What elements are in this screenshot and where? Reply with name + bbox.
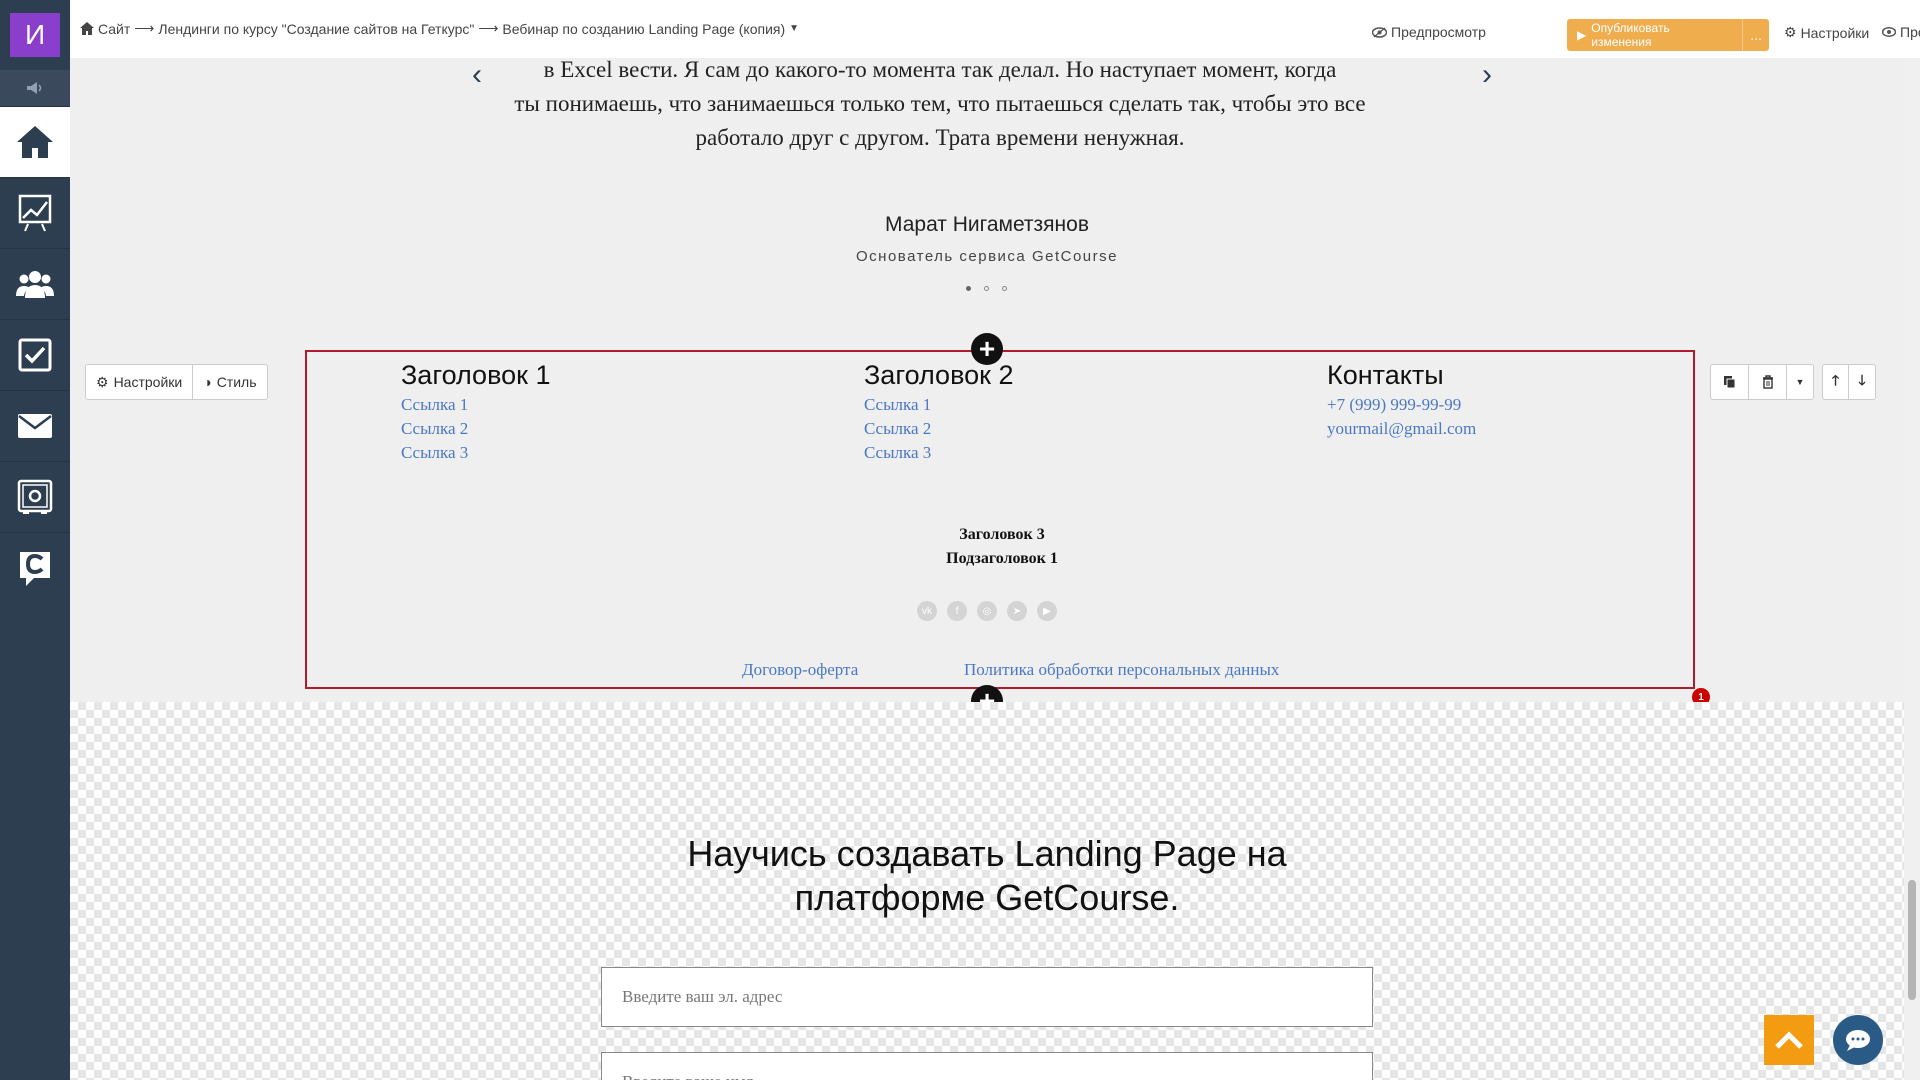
home-icon [80, 22, 94, 35]
settings-link[interactable]: ⚙ Настройки [1784, 24, 1869, 41]
sidebar-item-users[interactable] [0, 248, 70, 319]
sidebar-item-analytics[interactable] [0, 177, 70, 248]
footer-col2-link[interactable]: Ссылка 3 [864, 443, 931, 463]
publish-more-button[interactable]: ... [1743, 27, 1769, 43]
footer-phone[interactable]: +7 (999) 999-99-99 [1327, 395, 1461, 415]
block-settings-button[interactable]: ⚙ Настройки [86, 365, 194, 399]
preview-link[interactable]: Предпросмотр [1372, 24, 1486, 40]
footer-email[interactable]: yourmail@gmail.com [1327, 419, 1476, 439]
block-menu-dropdown[interactable]: ▼ [1787, 365, 1813, 399]
checkbox-icon [18, 338, 52, 372]
publish-button[interactable]: ▶ Опубликовать изменения [1567, 19, 1744, 51]
name-field[interactable] [601, 1052, 1373, 1080]
footer-col2-link[interactable]: Ссылка 1 [864, 395, 931, 415]
eye-icon [1882, 27, 1896, 37]
chevron-up-icon [1775, 1031, 1803, 1049]
sidebar-item-getcourse[interactable] [0, 532, 70, 603]
email-field[interactable] [601, 967, 1373, 1027]
editor-canvas: ‹ › в Excel вести. Я сам до какого-то мо… [70, 58, 1904, 1080]
trash-icon [1762, 375, 1773, 389]
footer-col2-link[interactable]: Ссылка 2 [864, 419, 931, 439]
move-down-button[interactable]: 🡓 [1849, 365, 1875, 399]
gear-icon: ⚙ [96, 373, 109, 390]
footer-heading3[interactable]: Заголовок 3 [307, 526, 1697, 544]
move-up-button[interactable]: 🡑 [1823, 365, 1849, 399]
publish-button-group: ▶ Опубликовать изменения ... [1567, 19, 1769, 51]
play-icon: ▶ [1577, 28, 1587, 42]
slider-dot[interactable] [984, 286, 989, 291]
sidebar-item-tasks[interactable] [0, 319, 70, 390]
contrast-icon: ◑ [203, 374, 212, 390]
instagram-icon[interactable]: ◎ [977, 601, 997, 621]
sidebar-item-safe[interactable] [0, 461, 70, 532]
sidebar-item-mail[interactable] [0, 390, 70, 461]
block-controls-left: ⚙ Настройки ◑ Стиль [85, 364, 268, 400]
users-icon [16, 271, 54, 298]
footer-col2-title[interactable]: Заголовок 2 [864, 360, 1013, 391]
legal-offer-link[interactable]: Договор-оферта [742, 660, 858, 680]
breadcrumb: Сайт ⟶ Лендинги по курсу "Создание сайто… [80, 20, 799, 37]
telegram-icon[interactable]: ➤ [1007, 601, 1027, 621]
signup-section: Научись создавать Landing Page на платфо… [70, 702, 1904, 1080]
footer-contacts-title[interactable]: Контакты [1327, 360, 1444, 391]
breadcrumb-separator: ⟶ [478, 20, 499, 36]
chat-button[interactable] [1833, 1015, 1883, 1065]
mail-icon [18, 414, 52, 438]
add-block-above-button[interactable]: + [971, 333, 1003, 365]
avatar[interactable]: И [10, 13, 60, 57]
breadcrumb-separator: ⟶ [134, 20, 155, 36]
caret-down-icon[interactable]: ▼ [789, 23, 799, 34]
breadcrumb-site[interactable]: Сайт [98, 21, 130, 37]
testimonial-author: Марат Нигаметзянов [884, 213, 1089, 236]
footer-col1-title[interactable]: Заголовок 1 [401, 360, 550, 391]
copy-block-button[interactable] [1711, 365, 1749, 399]
scrollbar-thumb[interactable] [1908, 880, 1916, 1000]
safe-icon [17, 479, 53, 514]
footer-block-selected[interactable]: Заголовок 1 Ссылка 1 Ссылка 2 Ссылка 3 З… [305, 350, 1695, 689]
scrollbar[interactable] [1904, 58, 1920, 1080]
signup-title: Научись создавать Landing Page на платфо… [687, 833, 1287, 918]
sidebar-item-home[interactable] [0, 106, 70, 177]
footer-col1-link[interactable]: Ссылка 3 [401, 443, 468, 463]
home-icon [17, 126, 53, 158]
chat-icon [1846, 1030, 1870, 1051]
block-move-controls: 🡑 🡓 [1822, 364, 1876, 400]
block-style-button[interactable]: ◑ Стиль [193, 365, 266, 399]
sidebar: И [0, 0, 70, 1080]
breadcrumb-landings[interactable]: Лендинги по курсу "Создание сайтов на Ге… [158, 21, 474, 37]
chart-icon [18, 194, 52, 232]
footer-subheading1[interactable]: Подзаголовок 1 [307, 550, 1697, 568]
delete-block-button[interactable] [1749, 365, 1787, 399]
youtube-icon[interactable]: ▶ [1037, 601, 1057, 621]
footer-col1-link[interactable]: Ссылка 1 [401, 395, 468, 415]
eye-slash-icon [1372, 26, 1387, 38]
arrow-down-icon: 🡓 [1858, 372, 1866, 388]
top-bar: Сайт ⟶ Лендинги по курсу "Создание сайто… [70, 0, 1920, 59]
scroll-to-top-button[interactable] [1764, 1015, 1814, 1065]
copy-icon [1724, 376, 1736, 389]
slider-next-icon[interactable]: › [1482, 58, 1492, 92]
view-link[interactable]: Просмотр [1882, 24, 1920, 40]
arrow-up-icon: 🡑 [1831, 372, 1840, 388]
testimonial-quote: в Excel вести. Я сам до какого-то момент… [514, 58, 1366, 150]
legal-privacy-link[interactable]: Политика обработки персональных данных [964, 660, 1279, 680]
breadcrumb-page[interactable]: Вебинар по созданию Landing Page (копия) [502, 21, 785, 37]
testimonial-role: Основатель сервиса GetCourse [856, 248, 1118, 265]
block-controls-right: ▼ [1710, 364, 1814, 400]
getcourse-logo-icon [20, 552, 50, 586]
slider-dot[interactable] [1002, 286, 1007, 291]
facebook-icon[interactable]: f [947, 601, 967, 621]
slider-dot-active[interactable] [966, 286, 971, 291]
footer-col1-link[interactable]: Ссылка 2 [401, 419, 468, 439]
gear-icon: ⚙ [1784, 24, 1797, 40]
vk-icon[interactable]: vk [917, 601, 937, 621]
caret-down-icon: ▼ [1795, 377, 1805, 387]
announcement-icon[interactable] [0, 70, 70, 106]
